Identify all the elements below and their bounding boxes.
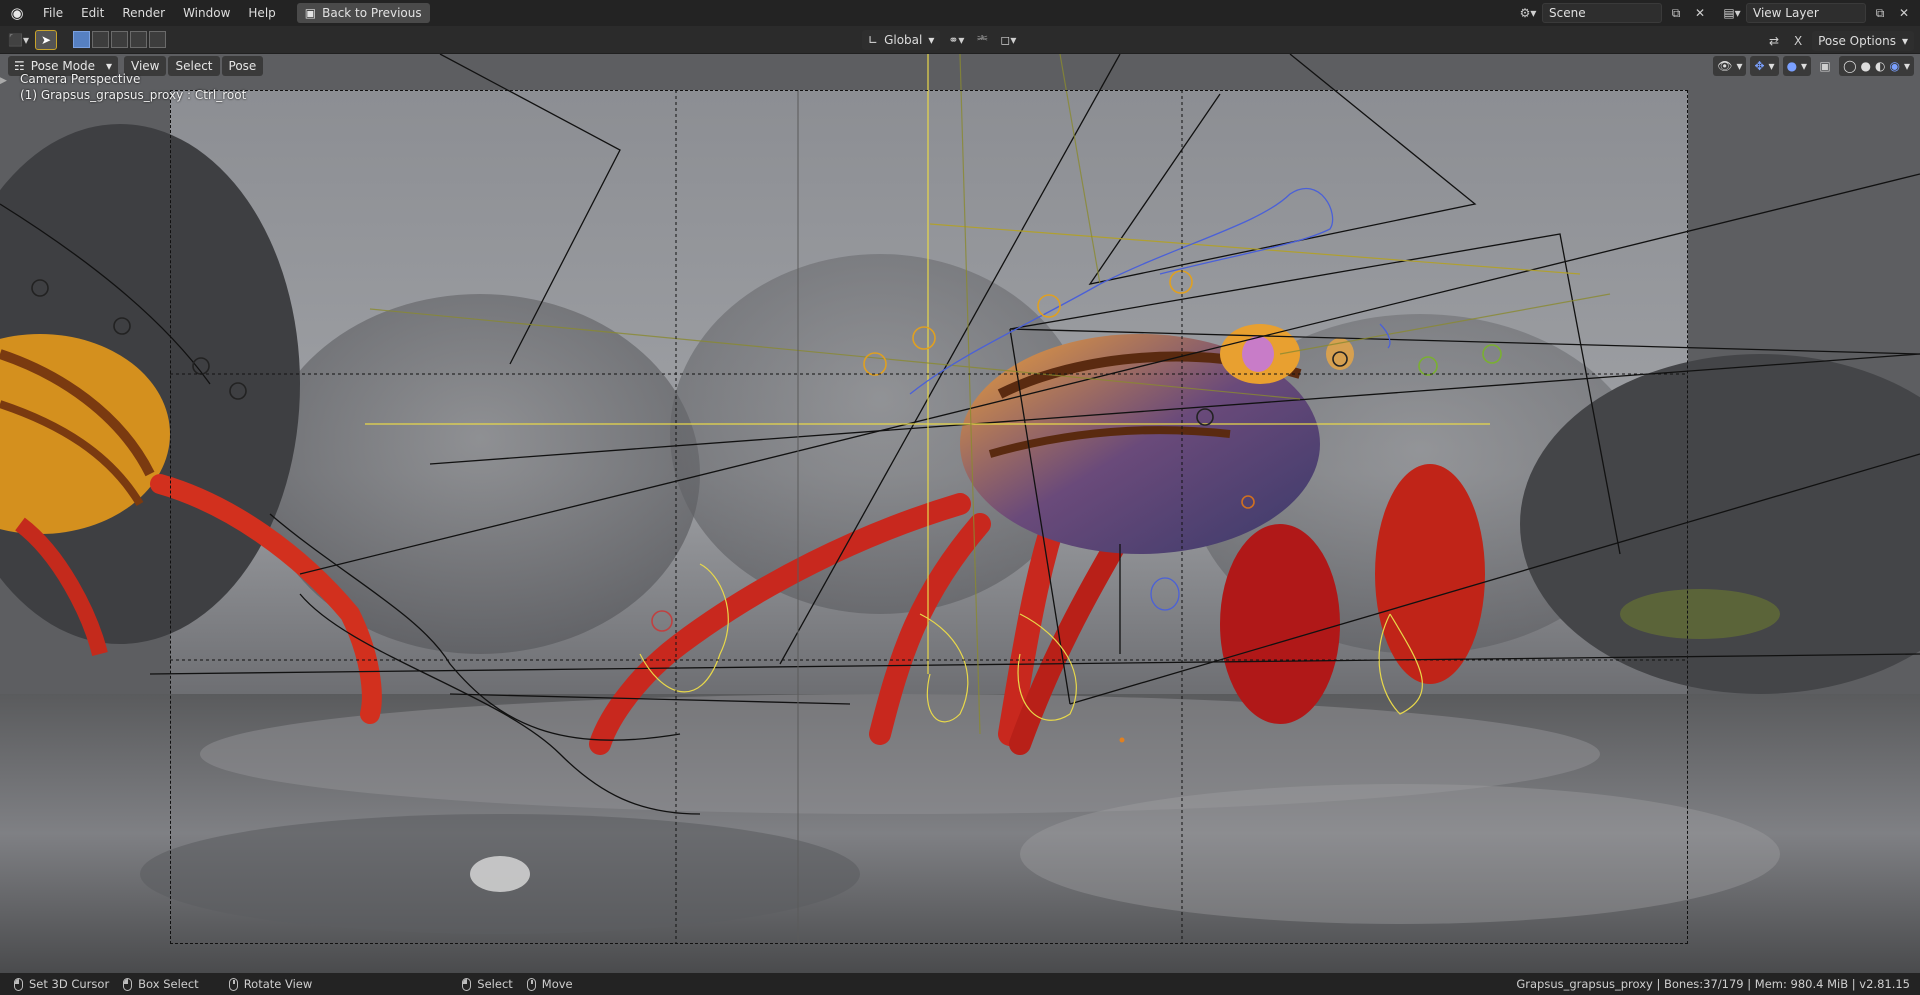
mode-label: Pose Mode: [30, 59, 96, 73]
solid-shading-icon[interactable]: ●: [1861, 59, 1871, 73]
toolbar-expand-icon[interactable]: ▶: [0, 76, 7, 86]
rendered-shading-icon[interactable]: ◉: [1889, 59, 1899, 73]
tool-header: ⬛▾ ➤ ∟ Global ▾ ⚭▾ ⎃ ◻▾ ⇄ X Pose Options…: [0, 26, 1920, 54]
x-axis-toggle[interactable]: X: [1788, 31, 1808, 51]
mouse-left-icon: [462, 977, 472, 991]
status-select: Select: [462, 977, 513, 991]
proportional-editing-icon[interactable]: ◻▾: [998, 30, 1018, 50]
menu-pose[interactable]: Pose: [221, 56, 264, 76]
gizmo-icon: ✥: [1754, 59, 1765, 73]
menu-render[interactable]: Render: [113, 0, 174, 26]
overlay-toggle[interactable]: ● ▾: [1782, 56, 1812, 76]
status-label: Rotate View: [243, 977, 313, 991]
pose-options-area: ⇄ X Pose Options ▾: [1764, 28, 1920, 54]
view-layer-field[interactable]: View Layer: [1746, 3, 1866, 23]
scene-name-field[interactable]: Scene: [1542, 3, 1662, 23]
viewport-display-controls: 👁 ▾ ✥ ▾ ● ▾ ▣ ◯ ● ◐ ◉ ▾: [1713, 56, 1914, 76]
status-move: Move: [526, 977, 573, 991]
chevron-down-icon: ▾: [1768, 59, 1775, 73]
back-to-previous-label: Back to Previous: [322, 6, 422, 20]
material-shading-icon[interactable]: ◐: [1875, 59, 1885, 73]
select-new-icon[interactable]: [72, 31, 90, 48]
gizmo-toggle[interactable]: ✥ ▾: [1750, 56, 1779, 76]
screen-icon: ▣: [304, 6, 317, 20]
menu-window[interactable]: Window: [174, 0, 239, 26]
scene-selector-icon[interactable]: ⚙▾: [1518, 3, 1538, 23]
overlay-icon: ●: [1786, 59, 1798, 73]
selection-mode-group: [72, 31, 166, 48]
x-mirror-icon[interactable]: ⇄: [1764, 31, 1784, 51]
editor-type-icon[interactable]: ⬛▾: [8, 30, 29, 50]
status-label: Box Select: [138, 977, 199, 991]
status-box-select: Box Select: [123, 977, 199, 991]
mouse-left-icon: [14, 977, 23, 991]
chevron-down-icon: ▾: [1736, 59, 1743, 73]
3d-viewport[interactable]: ☶ Pose Mode ▾ View Select Pose 👁 ▾ ✥ ▾ ● ▾ …: [0, 54, 1920, 973]
shading-group: ◯ ● ◐ ◉ ▾: [1839, 56, 1914, 76]
chevron-down-icon: ▾: [1801, 59, 1808, 73]
pose-options-label: Pose Options: [1818, 34, 1896, 48]
scene-name: Scene: [1549, 6, 1586, 20]
menu-edit[interactable]: Edit: [72, 0, 113, 26]
menu-help[interactable]: Help: [239, 0, 284, 26]
visibility-dropdown[interactable]: 👁 ▾: [1713, 56, 1747, 76]
select-subtract-icon[interactable]: [110, 31, 128, 48]
select-tool-icon[interactable]: ➤: [34, 29, 57, 50]
status-label: Move: [541, 977, 573, 991]
mouse-middle-icon: [526, 977, 536, 991]
transform-tools: ∟ Global ▾ ⚭▾ ⎃ ◻▾: [862, 30, 1018, 50]
snap-icon[interactable]: ⎃: [972, 30, 992, 50]
view-layer-selector-icon[interactable]: ▤▾: [1722, 3, 1742, 23]
select-intersect-icon[interactable]: [148, 31, 166, 48]
chevron-down-icon: ▾: [105, 59, 112, 73]
status-set-3d-cursor: Set 3D Cursor: [14, 977, 109, 991]
status-rotate-view: Rotate View: [228, 977, 313, 991]
delete-view-layer-icon[interactable]: ✕: [1894, 3, 1914, 23]
blender-logo-icon[interactable]: ◉: [0, 0, 34, 26]
chevron-down-icon: ▾: [1901, 34, 1908, 48]
new-view-layer-icon[interactable]: ⧉: [1870, 3, 1890, 23]
new-scene-icon[interactable]: ⧉: [1666, 3, 1686, 23]
view-layer-name: View Layer: [1753, 6, 1819, 20]
status-label: Set 3D Cursor: [29, 977, 110, 991]
select-extend-icon[interactable]: [91, 31, 109, 48]
delete-scene-icon[interactable]: ✕: [1690, 3, 1710, 23]
pose-options-dropdown[interactable]: Pose Options ▾: [1812, 31, 1914, 51]
top-bar: ◉ File Edit Render Window Help ▣ Back to…: [0, 0, 1920, 26]
orientation-icon: ∟: [868, 33, 879, 47]
pose-mode-icon: ☶: [14, 59, 25, 73]
xray-icon[interactable]: ▣: [1815, 56, 1835, 76]
chevron-down-icon[interactable]: ▾: [1904, 59, 1910, 73]
camera-frame: [170, 90, 1688, 944]
mouse-left-icon: [123, 977, 133, 991]
menu-file[interactable]: File: [34, 0, 72, 26]
chevron-down-icon: ▾: [928, 33, 935, 47]
menu-select[interactable]: Select: [168, 56, 220, 76]
wireframe-shading-icon[interactable]: ◯: [1843, 59, 1856, 73]
back-to-previous-button[interactable]: ▣ Back to Previous: [296, 3, 430, 23]
mouse-middle-icon: [228, 977, 238, 991]
status-info: Grapsus_grapsus_proxy | Bones:37/179 | M…: [1516, 977, 1910, 991]
scene-controls: ⚙▾ Scene ⧉ ✕ ▤▾ View Layer ⧉ ✕: [1518, 0, 1920, 26]
camera-perspective-label: Camera Perspective: [20, 72, 141, 86]
pivot-point-icon[interactable]: ⚭▾: [946, 30, 966, 50]
status-label: Select: [477, 977, 513, 991]
transform-orientation-dropdown[interactable]: ∟ Global ▾: [862, 30, 941, 50]
viewport-header: ☶ Pose Mode ▾ View Select Pose 👁 ▾ ✥ ▾ ● ▾ …: [0, 54, 1920, 78]
status-bar: Set 3D Cursor Box Select Rotate View Sel…: [0, 973, 1920, 995]
active-object-label: (1) Grapsus_grapsus_proxy : Ctrl_root: [20, 88, 247, 102]
eye-icon: 👁: [1717, 59, 1733, 73]
select-difference-icon[interactable]: [129, 31, 147, 48]
orientation-label: Global: [884, 33, 923, 47]
